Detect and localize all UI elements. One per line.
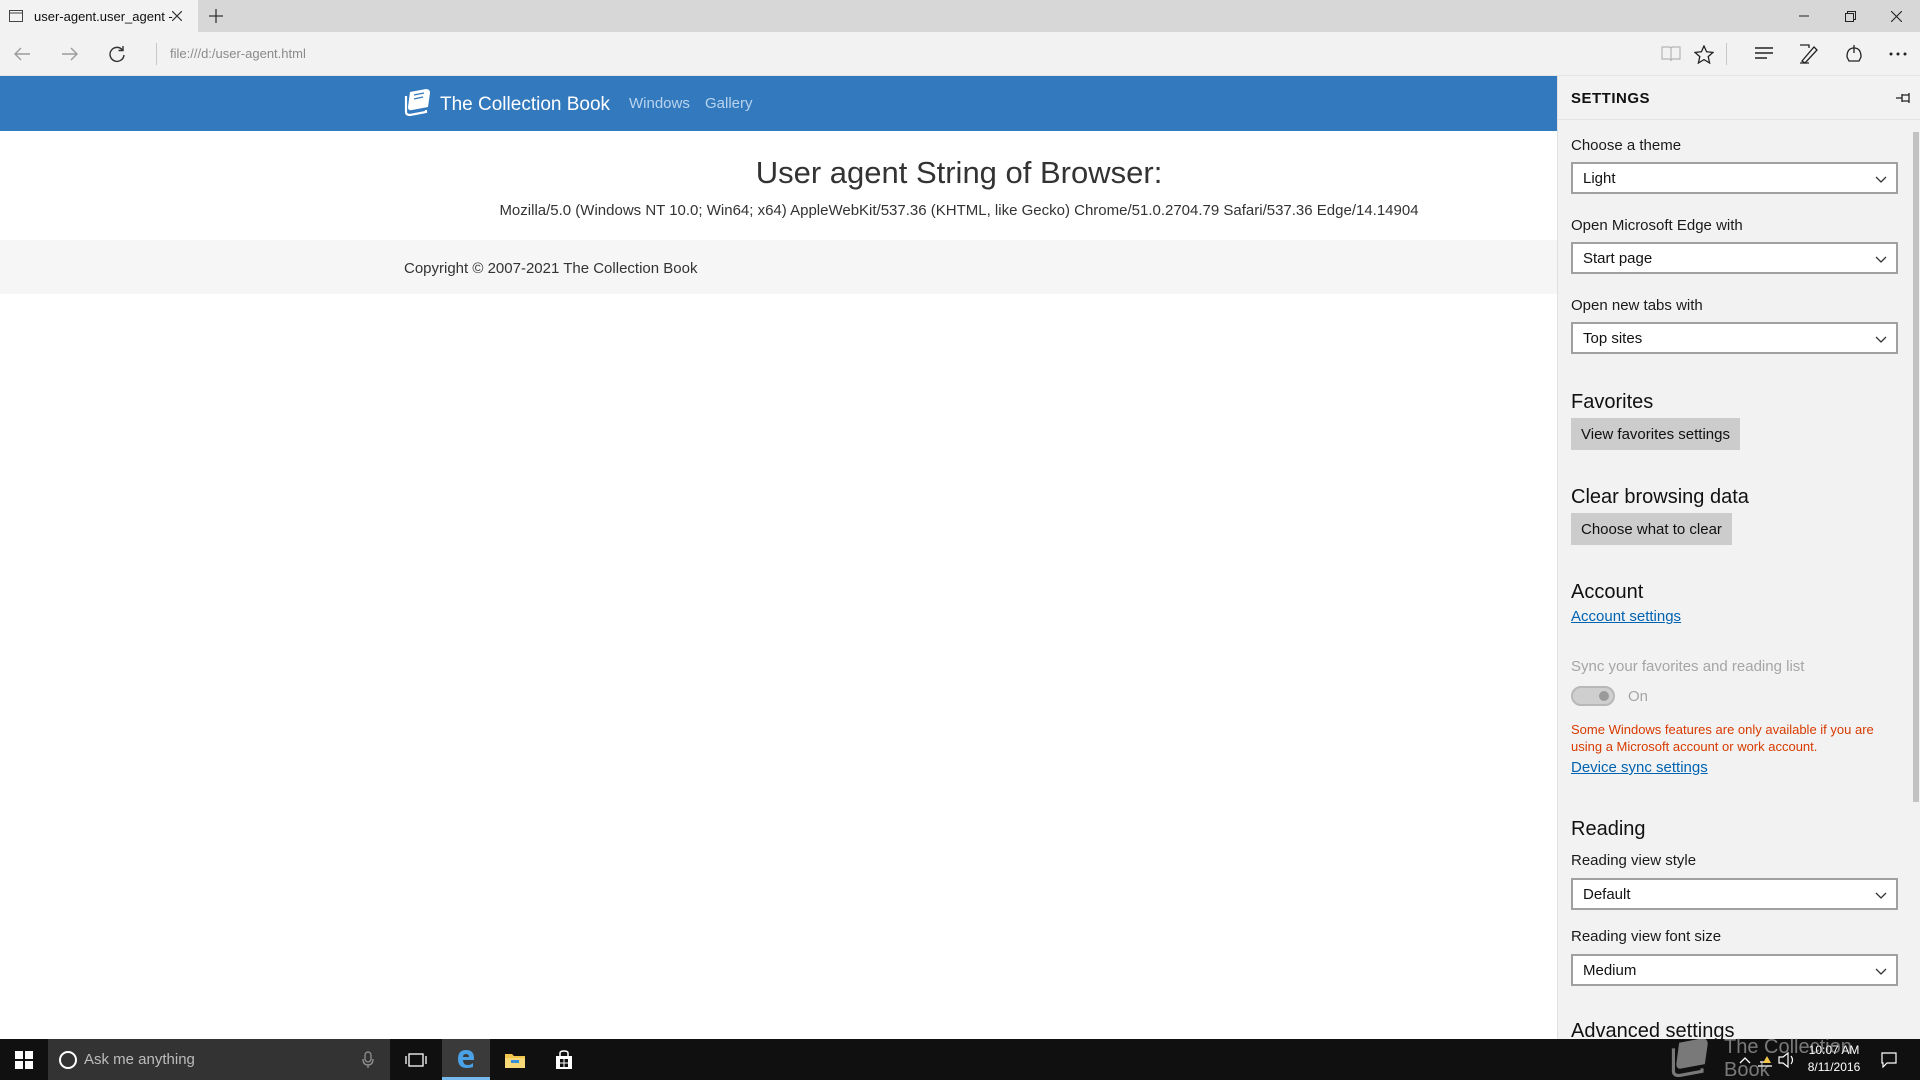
chevron-down-icon <box>1874 172 1888 186</box>
theme-value: Light <box>1583 170 1616 187</box>
restore-icon[interactable] <box>1827 0 1873 32</box>
microphone-icon[interactable] <box>360 1050 376 1070</box>
account-settings-link[interactable]: Account settings <box>1571 608 1681 625</box>
windows-start-icon[interactable] <box>0 1039 48 1080</box>
task-view-icon[interactable] <box>392 1039 440 1080</box>
advanced-settings-title: Advanced settings <box>1571 1020 1735 1039</box>
reading-title: Reading <box>1571 818 1646 840</box>
edge-taskbar-icon[interactable] <box>442 1039 490 1080</box>
back-arrow-icon[interactable] <box>8 40 36 68</box>
address-divider <box>156 43 157 65</box>
choose-what-to-clear-button[interactable]: Choose what to clear <box>1571 513 1732 545</box>
pin-icon[interactable] <box>1893 88 1913 108</box>
action-center-icon[interactable] <box>1880 1051 1898 1069</box>
clear-data-title: Clear browsing data <box>1571 486 1749 508</box>
url-field[interactable]: file:///d:/user-agent.html <box>170 46 306 61</box>
theme-dropdown[interactable]: Light <box>1571 162 1898 194</box>
clock-time[interactable]: 10:07 AM <box>1804 1043 1864 1057</box>
reading-font-label: Reading view font size <box>1571 928 1722 945</box>
new-tab-icon[interactable] <box>206 6 226 26</box>
taskbar: Ask me anything 10:07 AM 8/11/2016 <box>0 1039 1920 1080</box>
store-icon[interactable] <box>540 1039 588 1080</box>
tab-title: user-agent.user_agent - <box>34 8 173 24</box>
site-footer: Copyright © 2007-2021 The Collection Boo… <box>0 240 1557 294</box>
reading-style-value: Default <box>1583 886 1631 903</box>
toolbar-divider <box>1726 43 1727 65</box>
hub-icon[interactable] <box>1751 41 1777 67</box>
sync-state-label: On <box>1628 688 1649 705</box>
scrollbar-thumb[interactable] <box>1913 132 1919 802</box>
open-with-dropdown[interactable]: Start page <box>1571 242 1898 274</box>
clock-date[interactable]: 8/11/2016 <box>1804 1060 1864 1074</box>
browser-tab[interactable]: user-agent.user_agent - <box>0 0 198 32</box>
theme-label: Choose a theme <box>1571 137 1682 154</box>
sync-toggle[interactable] <box>1571 686 1615 706</box>
book-logo-icon <box>404 88 434 121</box>
minimize-icon[interactable] <box>1781 0 1827 32</box>
settings-header: SETTINGS <box>1558 76 1920 120</box>
reading-style-dropdown[interactable]: Default <box>1571 878 1898 910</box>
settings-title: SETTINGS <box>1571 90 1651 107</box>
search-placeholder: Ask me anything <box>84 1051 195 1068</box>
chevron-down-icon <box>1874 252 1888 266</box>
chevron-down-icon <box>1874 332 1888 346</box>
file-explorer-icon[interactable] <box>491 1039 539 1080</box>
share-icon[interactable] <box>1841 41 1867 67</box>
site-navbar: The Collection Book Windows Gallery <box>0 76 1557 131</box>
page-icon <box>8 8 24 24</box>
reading-view-icon[interactable] <box>1658 41 1684 67</box>
favorites-title: Favorites <box>1571 391 1654 413</box>
chevron-down-icon <box>1874 964 1888 978</box>
open-with-value: Start page <box>1583 250 1653 267</box>
user-agent-string: Mozilla/5.0 (Windows NT 10.0; Win64; x64… <box>499 202 1419 219</box>
copyright-text: Copyright © 2007-2021 The Collection Boo… <box>404 260 698 277</box>
open-with-label: Open Microsoft Edge with <box>1571 217 1743 234</box>
view-favorites-settings-button[interactable]: View favorites settings <box>1571 418 1740 450</box>
account-title: Account <box>1571 581 1644 603</box>
tray-up-arrow-icon[interactable] <box>1736 1051 1754 1069</box>
volume-icon[interactable] <box>1778 1051 1796 1069</box>
device-sync-settings-link[interactable]: Device sync settings <box>1571 759 1708 776</box>
reading-font-value: Medium <box>1583 962 1637 979</box>
close-window-icon[interactable] <box>1873 0 1919 32</box>
refresh-icon[interactable] <box>103 40 131 68</box>
tab-bar: user-agent.user_agent - <box>0 0 1920 32</box>
network-warning-icon[interactable] <box>1756 1051 1774 1069</box>
nav-link-windows[interactable]: Windows <box>629 95 690 112</box>
more-icon[interactable] <box>1885 41 1911 67</box>
address-bar: file:///d:/user-agent.html <box>0 32 1920 76</box>
cortana-icon <box>58 1050 78 1070</box>
cortana-search-box[interactable]: Ask me anything <box>48 1039 390 1080</box>
brand-name: The Collection Book <box>440 93 611 115</box>
nav-link-gallery[interactable]: Gallery <box>705 95 753 112</box>
new-tabs-dropdown[interactable]: Top sites <box>1571 322 1898 354</box>
page-heading: User agent String of Browser: <box>755 155 1163 190</box>
favorites-star-icon[interactable] <box>1691 41 1717 67</box>
forward-arrow-icon[interactable] <box>56 40 84 68</box>
new-tabs-label: Open new tabs with <box>1571 297 1703 314</box>
account-warning: Some Windows features are only available… <box>1571 722 1874 754</box>
web-note-icon[interactable] <box>1796 41 1822 67</box>
web-page: The Collection Book Windows Gallery User… <box>0 76 1557 1039</box>
settings-pane: SETTINGS Choose a theme Light Open Micro… <box>1557 76 1920 1039</box>
site-brand[interactable]: The Collection Book <box>404 88 610 121</box>
new-tabs-value: Top sites <box>1583 330 1643 347</box>
reading-style-label: Reading view style <box>1571 852 1697 869</box>
close-tab-icon[interactable] <box>168 7 186 25</box>
chevron-down-icon <box>1874 888 1888 902</box>
reading-font-dropdown[interactable]: Medium <box>1571 954 1898 986</box>
toggle-knob <box>1599 691 1609 701</box>
sync-label: Sync your favorites and reading list <box>1571 658 1805 675</box>
